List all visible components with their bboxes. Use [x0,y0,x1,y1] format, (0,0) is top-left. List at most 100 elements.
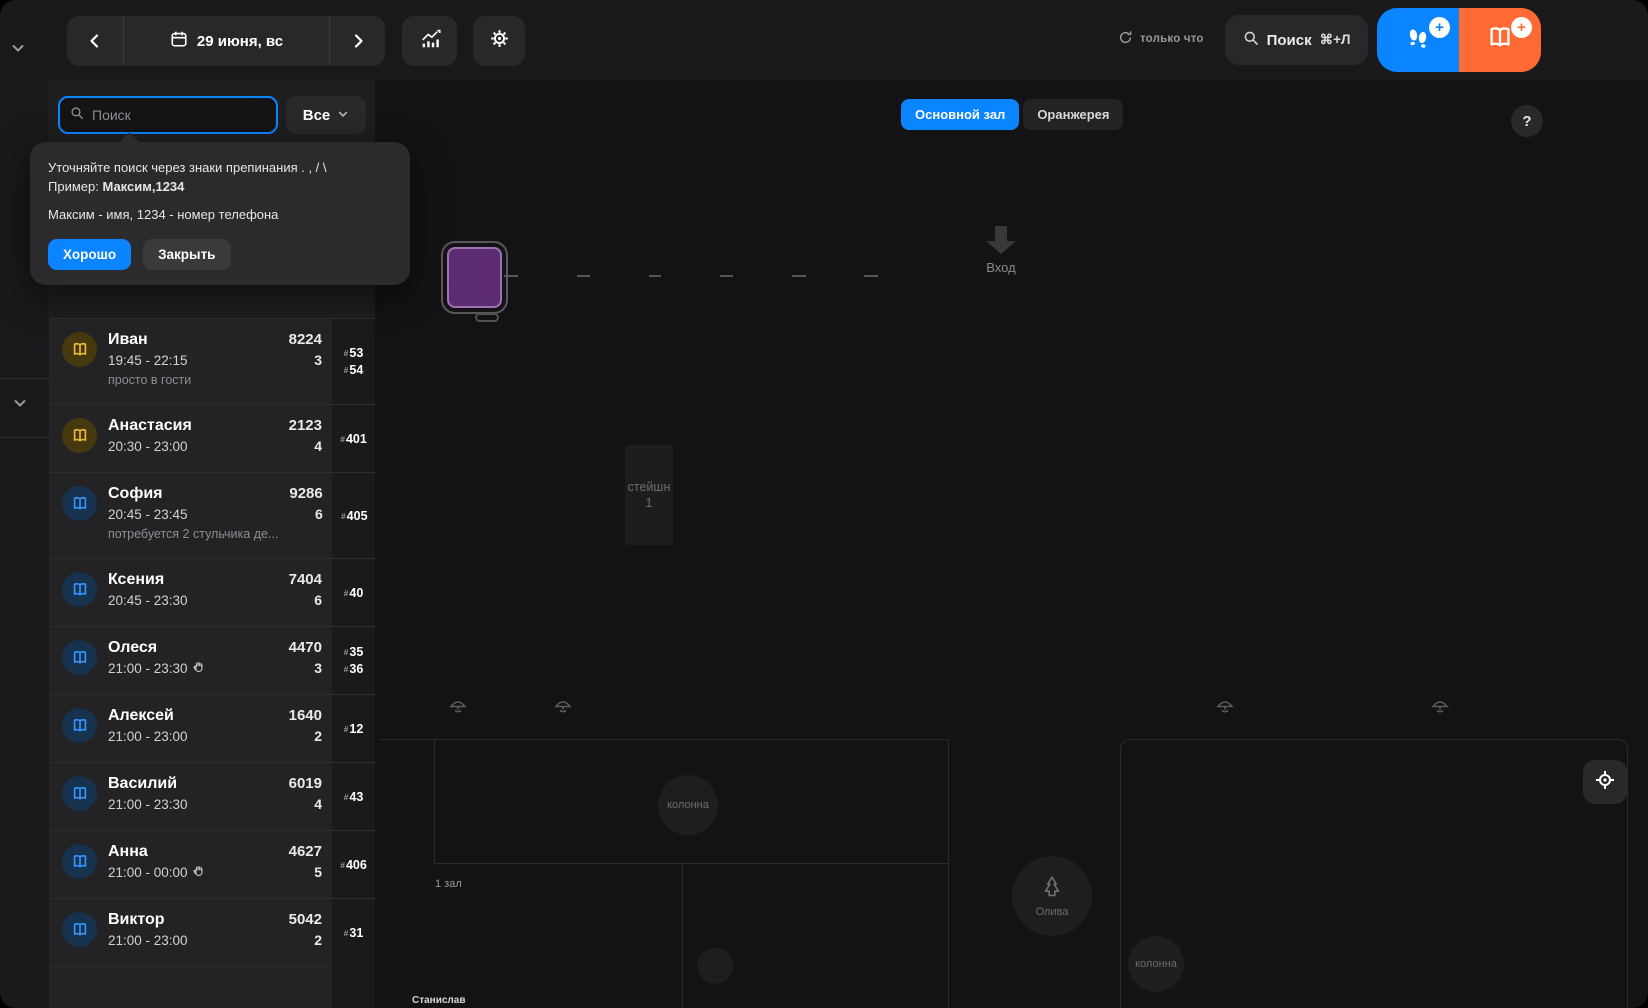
assigned-tables: #53 #54 [332,319,375,404]
reservation-id: 4627 [288,843,322,860]
settings-button[interactable] [473,16,525,66]
reservation-row-Иван[interactable]: Иван 19:45 - 22:15 просто в гости 8224 3 #53 #… [50,318,375,404]
help-button[interactable]: ? [1511,105,1543,137]
wall-line [948,739,949,1008]
table-number-chip: #406 [340,857,367,872]
reservation-id: 5042 [288,911,322,928]
guest-count: 3 [314,352,322,368]
guest-name: Олеся [108,639,158,656]
sidebar-search-field[interactable] [58,96,278,134]
reservation-row-Ксения[interactable]: Ксения 20:45 - 23:30 7404 6 #40 [50,558,375,626]
lamp-icon [1428,697,1452,728]
table-number-chip: #43 [343,789,364,804]
global-search-label: Поиск [1266,31,1312,49]
locate-button[interactable] [1583,760,1627,804]
guest-count: 4 [314,438,322,454]
floor-table-11[interactable] [441,241,508,322]
refresh-status[interactable]: только что [1118,30,1204,48]
column-circle [697,948,733,984]
tree-icon [1039,875,1065,906]
lamp-icon [1213,697,1237,728]
table-number-chip: #36 [343,662,364,676]
table-number-chip: #31 [343,925,364,940]
tab-orangery[interactable]: Оранжерея [1023,99,1124,130]
prev-day-button[interactable] [67,16,123,66]
reservation-time: 21:00 - 23:30 [108,659,278,679]
reservation-id: 7404 [288,571,322,588]
reservation-id: 4470 [288,639,322,656]
guest-name: Виктор [108,911,165,928]
search-hint-popover: Уточняйте поиск через знаки препинания .… [30,142,410,285]
reservation-id: 8224 [288,331,322,348]
wall-line [380,739,948,740]
hint-close-button[interactable]: Закрыть [143,238,231,270]
collapse-chevron-icon[interactable] [10,40,26,61]
reservation-row-Анастасия[interactable]: Анастасия 20:30 - 23:00 2123 4 #401 [50,404,375,472]
hint-line-3: Максим - имя, 1234 - номер телефона [48,206,279,222]
reservation-row-София[interactable]: София 20:45 - 23:45 потребуется 2 стульчик… [50,472,375,558]
reservation-note: просто в гости [108,372,192,387]
add-reservation-button[interactable]: + [1459,8,1541,72]
table-connector [864,275,878,277]
expand-group-chevron-icon[interactable] [12,395,28,416]
reservation-row-Виктор[interactable]: Виктор 21:00 - 23:00 5042 2 #31 [50,898,375,966]
topbar: 29 июня, вс только что Поиск ⌘+Л + + [0,0,1648,80]
table-number-chip: #405 [340,508,368,523]
guest-count: 3 [314,660,322,676]
add-walkin-button[interactable]: + [1377,8,1459,72]
reservation-row-Василий[interactable]: Василий 21:00 - 23:30 6019 4 #43 [50,762,375,830]
column-circle-Олива: Олива [1012,856,1092,936]
hall-zone-label: 1 зал [435,878,462,890]
assigned-tables: #40 [332,559,375,626]
chart-icon [419,28,441,55]
guest-count: 2 [314,728,322,744]
reservation-id: 6019 [288,775,322,792]
table-number-chip: #401 [340,431,367,446]
hand-icon [192,659,205,679]
table-connector [649,275,661,277]
entrance-label: Вход [986,260,1016,275]
reservation-time: 21:00 - 23:00 [108,728,188,744]
hint-line-1: Уточняйте поиск через знаки препинания .… [48,160,327,175]
wall-line [434,863,948,864]
table-number-chip: #54 [343,363,364,377]
search-input[interactable] [92,107,232,123]
hint-ok-button[interactable]: Хорошо [48,238,132,270]
calendar-icon [170,30,188,52]
guest-name: Анастасия [108,417,192,434]
book-icon [1486,24,1514,57]
reservation-time: 21:00 - 23:30 [108,796,188,812]
table-number-chip: #53 [343,346,364,360]
booking-source-icon [62,418,97,453]
app-window: Основной зал Оранжерея ? Вход стейшн 1 1… [0,0,1648,1008]
stats-button[interactable] [402,16,457,66]
reservation-time: 20:30 - 23:00 [108,438,188,454]
reservation-row-Алексей[interactable]: Алексей 21:00 - 23:00 1640 2 #12 [50,694,375,762]
assigned-tables: #406 [332,831,375,898]
station-block: стейшн 1 [625,445,673,545]
reservation-time: 20:45 - 23:30 [108,592,188,608]
date-picker[interactable]: 29 июня, вс [123,16,329,66]
refresh-label: только что [1140,33,1204,45]
next-day-button[interactable] [329,16,385,66]
entrance-arrow-icon [995,226,1007,241]
reservation-time: 21:00 - 00:00 [108,863,278,883]
reservation-row-Анна[interactable]: Анна 21:00 - 00:00 4627 5 #406 [50,830,375,898]
reservation-note: потребуется 2 стульчика де... [108,526,279,541]
reservation-id: 1640 [288,707,322,724]
hint-line-2: Пример: Максим,1234 [48,178,185,194]
reservation-row-Олеся[interactable]: Олеся 21:00 - 23:30 4470 3 #35 #36 [50,626,375,694]
hall-tabs: Основной зал Оранжерея [901,99,1124,130]
table-ring [441,241,508,314]
reservation-id: 9286 [289,485,323,502]
table-number-chip: #12 [343,721,364,736]
guest-name: Анна [108,843,148,860]
tab-main-hall[interactable]: Основной зал [901,99,1020,130]
lamp-icon [551,697,575,728]
filter-dropdown[interactable]: Все [286,96,366,134]
column-circle-колонна: колонна [658,775,718,835]
global-search-button[interactable]: Поиск ⌘+Л [1225,15,1368,65]
booking-source-icon [62,844,97,879]
assigned-tables: #31 [332,899,375,966]
booking-source-icon [62,572,97,607]
